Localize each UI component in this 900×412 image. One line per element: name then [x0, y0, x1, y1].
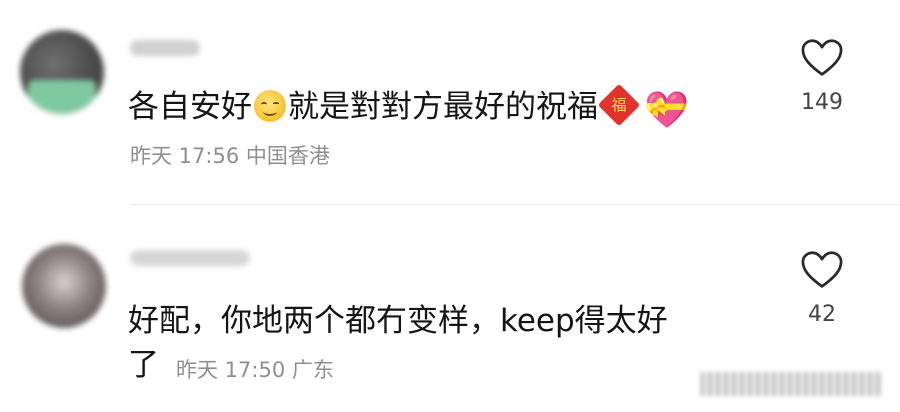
divider: [130, 204, 900, 205]
watermark-blurred: [700, 372, 882, 396]
comment-item: 各自安好 就是對對方最好的祝福福 💝 昨天 17:56 中国香港 149: [0, 0, 900, 205]
comment-location: 中国香港: [245, 144, 330, 168]
comment-time: 昨天 17:56: [130, 144, 240, 168]
comment-text: 好配，你地两个都冇变样，keep得太好: [128, 303, 668, 339]
heart-outline-icon[interactable]: [800, 250, 844, 290]
comment-meta: 昨天 17:50 广东: [176, 354, 334, 384]
username-blurred[interactable]: [130, 40, 200, 56]
like-count: 149: [801, 90, 843, 115]
like-button[interactable]: 42: [792, 250, 852, 327]
comment-text-part: 就是對對方最好的祝福: [288, 89, 598, 125]
relieved-face-icon: [254, 90, 286, 122]
comment-text: 各自安好 就是對對方最好的祝福福 💝: [128, 83, 689, 131]
like-button[interactable]: 149: [792, 38, 852, 115]
comment-text-line2: 了: [128, 347, 159, 383]
fu-emoji-icon: 福: [597, 83, 641, 127]
heart-gift-icon: 💝: [644, 90, 689, 131]
comment-text-part: 各自安好: [128, 89, 252, 125]
avatar[interactable]: [20, 30, 104, 114]
like-count: 42: [808, 302, 836, 327]
heart-outline-icon[interactable]: [800, 38, 844, 78]
comment-time: 昨天 17:50: [176, 358, 286, 382]
username-blurred[interactable]: [130, 250, 250, 266]
comment-location: 广东: [291, 358, 334, 382]
avatar[interactable]: [22, 244, 106, 328]
comment-meta: 昨天 17:56 中国香港: [130, 140, 330, 170]
